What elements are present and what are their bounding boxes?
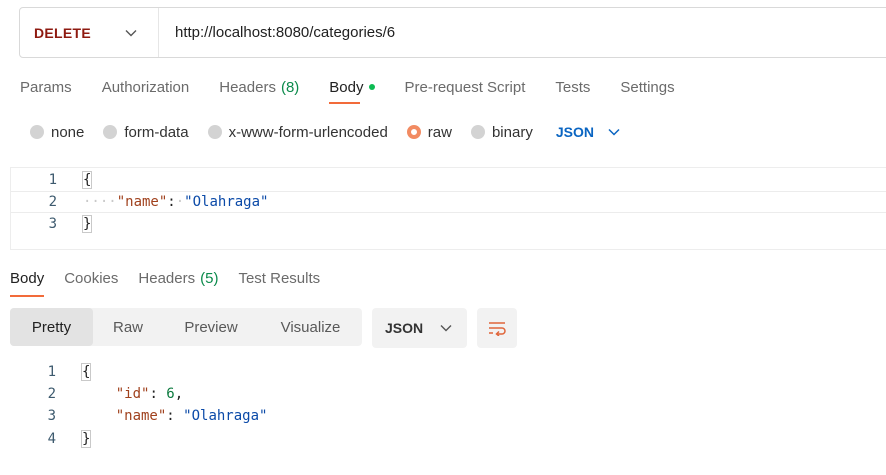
tab-test-results-label: Test Results [238, 269, 321, 287]
tab-headers-label: Headers [219, 78, 276, 96]
response-line: 3 "name": "Olahraga" [10, 405, 880, 427]
tab-settings[interactable]: Settings [620, 76, 674, 98]
method-label: DELETE [34, 24, 92, 41]
wrap-lines-icon [489, 322, 506, 336]
tab-test-results[interactable]: Test Results [238, 267, 320, 289]
json-colon: : [167, 194, 176, 210]
json-key: "id" [115, 386, 150, 402]
method-select[interactable]: DELETE [20, 8, 159, 57]
response-format-select[interactable]: JSON [372, 308, 467, 348]
radio-none-label: none [51, 123, 85, 141]
chevron-down-icon [124, 26, 138, 40]
line-number: 1 [47, 364, 56, 380]
view-raw-label: Raw [112, 318, 143, 336]
line-number: 2 [47, 386, 56, 402]
json-key: "name" [115, 408, 167, 424]
radio-circle-icon [103, 125, 118, 139]
request-body-editor[interactable]: 1 { 2 ····"name":·"Olahraga" 3 } [10, 167, 886, 250]
radio-form-data-label: form-data [124, 123, 189, 141]
response-headers-count-badge: (5) [200, 269, 219, 287]
json-key: "name" [116, 194, 168, 210]
line-number: 3 [48, 216, 57, 232]
line-number: 4 [47, 431, 56, 447]
radio-urlencoded-label: x-www-form-urlencoded [228, 123, 388, 141]
tab-params-label: Params [20, 78, 72, 96]
wrap-lines-button[interactable] [477, 308, 517, 348]
tab-settings-label: Settings [620, 78, 675, 96]
open-brace: { [80, 363, 92, 381]
tab-body-label: Body [329, 78, 364, 96]
view-visualize-label: Visualize [280, 318, 341, 336]
radio-raw-label: raw [427, 123, 452, 141]
close-brace: } [81, 215, 93, 233]
tab-authorization[interactable]: Authorization [102, 76, 190, 98]
radio-circle-icon [207, 125, 222, 139]
json-string-value: "Olahraga" [183, 408, 268, 424]
response-line: 2 "id": 6, [10, 383, 880, 405]
whitespace-marker: ···· [83, 194, 117, 210]
radio-circle-icon [30, 125, 44, 139]
language-label: JSON [555, 124, 594, 140]
tab-response-headers-label: Headers [138, 269, 196, 287]
radio-checked-icon [406, 125, 421, 139]
open-brace: { [81, 171, 93, 189]
json-string-value: "Olahraga" [184, 194, 269, 210]
tab-headers[interactable]: Headers (8) [219, 76, 299, 98]
line-number: 3 [47, 408, 56, 424]
tab-tests[interactable]: Tests [555, 76, 590, 98]
view-visualize-button[interactable]: Visualize [259, 308, 362, 346]
radio-form-data[interactable]: form-data [103, 123, 189, 141]
whitespace-marker: · [175, 194, 185, 210]
request-tabs: Params Authorization Headers (8) Body Pr… [20, 76, 705, 104]
editor-line-active: 2 ····"name":·"Olahraga" [11, 191, 886, 213]
radio-binary-label: binary [491, 123, 533, 141]
tab-prerequest-script[interactable]: Pre-request Script [405, 76, 526, 98]
tab-params[interactable]: Params [20, 76, 72, 98]
body-type-options: none form-data x-www-form-urlencoded raw… [30, 121, 620, 143]
response-line: 1 { [10, 361, 880, 383]
radio-circle-icon [470, 125, 485, 139]
body-indicator-dot [368, 84, 375, 90]
editor-line: 3 } [11, 213, 886, 235]
view-pretty-button[interactable]: Pretty [10, 308, 93, 346]
tab-cookies[interactable]: Cookies [64, 267, 118, 289]
editor-line: 1 { [11, 169, 886, 191]
radio-none[interactable]: none [30, 124, 84, 141]
response-view-toggle: Pretty Raw Preview Visualize [10, 308, 362, 346]
radio-raw[interactable]: raw [406, 123, 452, 141]
tab-response-body-label: Body [10, 269, 45, 287]
view-preview-label: Preview [184, 318, 238, 336]
language-select[interactable]: JSON [556, 124, 620, 140]
tab-response-body[interactable]: Body [10, 267, 45, 297]
view-raw-button[interactable]: Raw [93, 308, 163, 346]
radio-binary[interactable]: binary [470, 123, 533, 141]
url-bar: DELETE [19, 7, 886, 58]
tab-prerequest-label: Pre-request Script [404, 78, 526, 96]
json-number-value: 6 [166, 386, 175, 402]
view-pretty-label: Pretty [31, 318, 72, 336]
response-body-viewer[interactable]: 1 { 2 "id": 6, 3 "name": "Olahraga" 4 } [10, 360, 880, 460]
line-number: 2 [48, 194, 57, 210]
chevron-down-icon [608, 128, 620, 136]
tab-authorization-label: Authorization [101, 78, 190, 96]
response-tabs: Body Cookies Headers (5) Test Results [10, 267, 340, 297]
tab-tests-label: Tests [555, 78, 591, 96]
tab-cookies-label: Cookies [64, 269, 119, 287]
response-line: 4 } [10, 428, 880, 450]
tab-response-headers[interactable]: Headers (5) [138, 267, 218, 289]
response-format-label: JSON [385, 320, 424, 336]
close-brace: } [80, 430, 92, 448]
radio-urlencoded[interactable]: x-www-form-urlencoded [207, 123, 388, 141]
view-preview-button[interactable]: Preview [163, 308, 259, 346]
chevron-down-icon [440, 325, 452, 332]
line-number: 1 [48, 172, 57, 188]
headers-count-badge: (8) [280, 78, 300, 96]
tab-body[interactable]: Body [329, 76, 375, 104]
url-input[interactable] [159, 8, 886, 57]
